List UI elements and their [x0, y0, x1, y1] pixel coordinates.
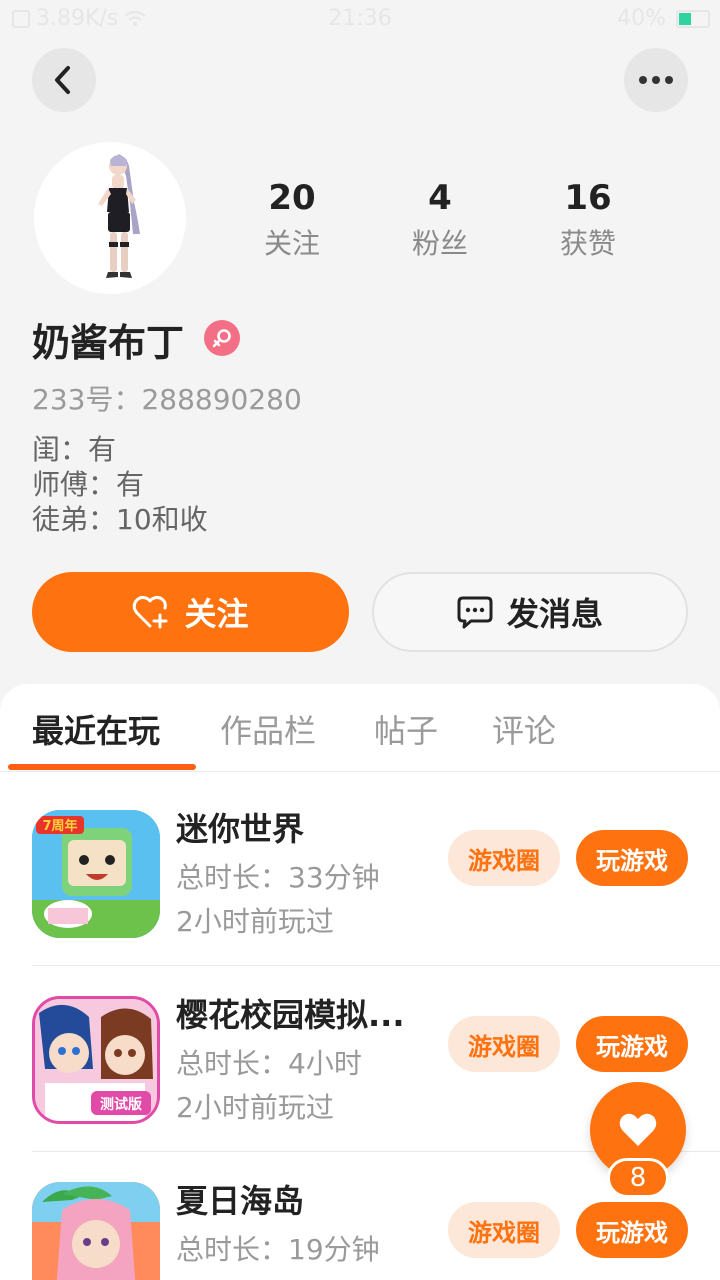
tab-active-indicator: [8, 764, 196, 770]
status-right: 40%: [617, 6, 710, 31]
tab-posts[interactable]: 帖子: [374, 706, 438, 752]
relation-master: 师傅：有: [32, 468, 145, 501]
follow-label: 关注: [184, 595, 249, 633]
status-time: 21:36: [328, 6, 392, 31]
like-count: 8: [607, 1158, 669, 1198]
game-circle-button[interactable]: 游戏圈: [448, 830, 560, 886]
back-button[interactable]: [32, 48, 96, 112]
stat-likes[interactable]: 16 获赞: [528, 176, 648, 266]
follow-button[interactable]: 关注: [32, 572, 349, 652]
relation-bestie: 闺：有: [32, 433, 117, 466]
game-row[interactable]: 7周年 迷你世界 总时长：33分钟 2小时前玩过 游戏圈 玩游戏: [0, 780, 720, 966]
following-count: 20: [268, 178, 316, 218]
tab-comments[interactable]: 评论: [492, 706, 556, 752]
game-icon-sakura-school: 测试版: [32, 996, 160, 1124]
game-circle-button[interactable]: 游戏圈: [448, 1016, 560, 1072]
game-name: 夏日海岛: [176, 1182, 305, 1220]
likes-label: 获赞: [559, 227, 616, 260]
more-horizontal-icon: [639, 76, 673, 84]
relations-list: 闺：有 师傅：有 徒弟：10和收: [32, 432, 208, 537]
chevron-left-icon: [55, 66, 70, 94]
chat-bubble-icon: [457, 596, 493, 629]
profile-name: 奶酱布丁: [32, 321, 185, 365]
fans-count: 4: [428, 178, 452, 218]
likes-count: 16: [564, 178, 612, 218]
mini-world-art: 7周年: [32, 810, 160, 938]
play-game-button[interactable]: 玩游戏: [576, 1202, 688, 1258]
game-name: 迷你世界: [176, 810, 305, 848]
mini-world-badge-text: 7周年: [42, 818, 77, 834]
play-game-button[interactable]: 玩游戏: [576, 830, 688, 886]
user-id-value: 288890280: [141, 383, 302, 416]
stat-following[interactable]: 20 关注: [232, 176, 352, 266]
message-label: 发消息: [506, 595, 603, 633]
sakura-school-badge-text: 测试版: [100, 1096, 142, 1113]
status-bar: 3.89K/s 21:36 40%: [0, 0, 720, 38]
game-icon-mini-world: 7周年: [32, 810, 160, 938]
female-icon: [212, 329, 231, 348]
stat-fans[interactable]: 4 粉丝: [380, 176, 500, 266]
heart-icon: [619, 1113, 657, 1146]
user-id: 233号：288890280: [32, 378, 302, 418]
game-icon-summer-island: [32, 1182, 160, 1280]
game-name: 樱花校园模拟...: [176, 996, 405, 1034]
user-id-label: 233号：: [32, 383, 142, 416]
game-last-played: 2小时前玩过: [176, 905, 334, 938]
game-duration: 总时长：19分钟: [176, 1233, 380, 1266]
following-label: 关注: [263, 227, 320, 260]
play-game-button[interactable]: 玩游戏: [576, 1016, 688, 1072]
message-button[interactable]: 发消息: [372, 572, 688, 652]
game-duration: 总时长：4小时: [176, 1047, 362, 1080]
battery-percent: 40%: [617, 6, 666, 31]
battery-icon: [676, 9, 710, 28]
avatar-figure: [98, 154, 140, 278]
tab-recently-played[interactable]: 最近在玩: [32, 706, 160, 752]
heart-plus-icon: [133, 595, 168, 629]
relation-apprentice: 徒弟：10和收: [32, 503, 208, 536]
summer-island-art: [32, 1182, 160, 1280]
game-last-played: 2小时前玩过: [176, 1091, 334, 1124]
game-duration: 总时长：33分钟: [176, 861, 380, 894]
fans-label: 粉丝: [411, 227, 468, 260]
tab-bar: 最近在玩 作品栏 帖子 评论: [0, 684, 720, 772]
sakura-school-art: 测试版: [35, 999, 157, 1121]
tab-works[interactable]: 作品栏: [220, 706, 316, 752]
gender-badge: [204, 320, 240, 356]
avatar[interactable]: [34, 142, 186, 294]
more-button[interactable]: [624, 48, 688, 112]
game-circle-button[interactable]: 游戏圈: [448, 1202, 560, 1258]
